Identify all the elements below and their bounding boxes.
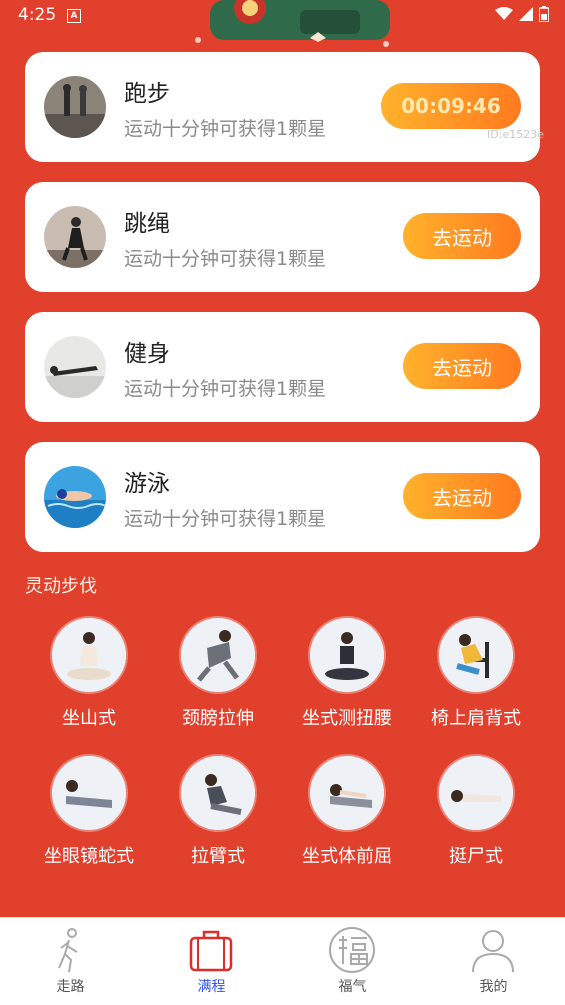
pose-item-mountain-seated[interactable]: 坐山式 <box>24 618 154 730</box>
pose-item-corpse-pose[interactable]: 挺尸式 <box>411 756 541 868</box>
pose-item-neck-stretch[interactable]: 颈膀拉伸 <box>153 618 283 730</box>
tab-walking[interactable]: 走路 <box>0 918 141 1005</box>
fitness-avatar <box>44 336 106 398</box>
go-exercise-button[interactable]: 去运动 <box>403 473 521 519</box>
pose-item-seated-forward-bend[interactable]: 坐式体前屈 <box>282 756 412 868</box>
pose-image <box>439 618 513 692</box>
running-timer-button[interactable]: 00:09:46 <box>381 83 521 129</box>
pose-image <box>181 618 255 692</box>
pose-label: 坐式测扭腰 <box>302 708 392 729</box>
pose-label: 椅上肩背式 <box>431 708 521 729</box>
pose-label: 坐眼镜蛇式 <box>44 846 134 867</box>
jump-rope-avatar <box>44 206 106 268</box>
pose-image <box>310 756 384 830</box>
pose-label: 颈膀拉伸 <box>182 708 254 729</box>
pose-label: 拉臂式 <box>191 846 245 867</box>
card-title: 跳绳 <box>124 211 170 237</box>
pose-image <box>439 756 513 830</box>
tab-journey[interactable]: 满程 <box>141 918 282 1005</box>
sport-card-jump-rope[interactable]: 跳绳 运动十分钟可获得1颗星 去运动 <box>25 182 540 292</box>
bottom-tab-bar: 走路 满程 福气 我的 <box>0 917 565 1005</box>
go-exercise-button[interactable]: 去运动 <box>403 213 521 259</box>
pose-item-seated-cobra[interactable]: 坐眼镜蛇式 <box>24 756 154 868</box>
sport-card-fitness[interactable]: 健身 运动十分钟可获得1颗星 去运动 <box>25 312 540 422</box>
fu-character-icon <box>329 927 375 973</box>
pose-item-seated-twist[interactable]: 坐式测扭腰 <box>282 618 412 730</box>
status-time: 4:25 <box>18 5 57 25</box>
notification-a-icon: A <box>67 9 81 23</box>
pose-label: 挺尸式 <box>449 846 503 867</box>
wifi-icon <box>495 7 513 20</box>
sport-card-swimming[interactable]: 游泳 运动十分钟可获得1颗星 去运动 <box>25 442 540 552</box>
card-subtitle: 运动十分钟可获得1颗星 <box>124 118 327 140</box>
tab-label: 福气 <box>338 979 367 995</box>
pose-image <box>52 618 126 692</box>
tab-fortune[interactable]: 福气 <box>282 918 423 1005</box>
tab-label: 满程 <box>197 979 226 995</box>
briefcase-icon <box>189 930 233 972</box>
section-title: 灵动步伐 <box>25 576 97 597</box>
status-icons <box>495 6 549 22</box>
tab-profile[interactable]: 我的 <box>423 918 564 1005</box>
tab-label: 我的 <box>479 979 508 995</box>
sport-card-running[interactable]: 跑步 运动十分钟可获得1颗星 00:09:46 ID:e1523e <box>25 52 544 162</box>
card-subtitle: 运动十分钟可获得1颗星 <box>124 508 327 530</box>
pose-image <box>52 756 126 830</box>
pose-image <box>310 618 384 692</box>
pose-label: 坐山式 <box>62 708 116 729</box>
card-title: 跑步 <box>124 81 170 107</box>
go-exercise-button[interactable]: 去运动 <box>403 343 521 389</box>
user-profile-icon <box>472 930 514 973</box>
pose-item-chair-shoulder[interactable]: 椅上肩背式 <box>411 618 541 730</box>
festive-banner-illustration <box>195 0 390 47</box>
battery-icon <box>539 6 549 22</box>
swimming-avatar <box>44 466 106 528</box>
card-id-text: ID:e1523e <box>487 128 544 141</box>
pose-image <box>181 756 255 830</box>
pose-item-arm-stretch[interactable]: 拉臂式 <box>153 756 283 868</box>
card-title: 游泳 <box>124 471 170 497</box>
card-subtitle: 运动十分钟可获得1颗星 <box>124 248 327 270</box>
pose-label: 坐式体前屈 <box>302 846 392 867</box>
running-avatar <box>44 76 106 138</box>
tab-label: 走路 <box>56 979 85 995</box>
signal-icon <box>519 7 533 21</box>
walking-person-icon <box>58 928 78 973</box>
card-title: 健身 <box>124 341 170 367</box>
card-subtitle: 运动十分钟可获得1颗星 <box>124 378 327 400</box>
